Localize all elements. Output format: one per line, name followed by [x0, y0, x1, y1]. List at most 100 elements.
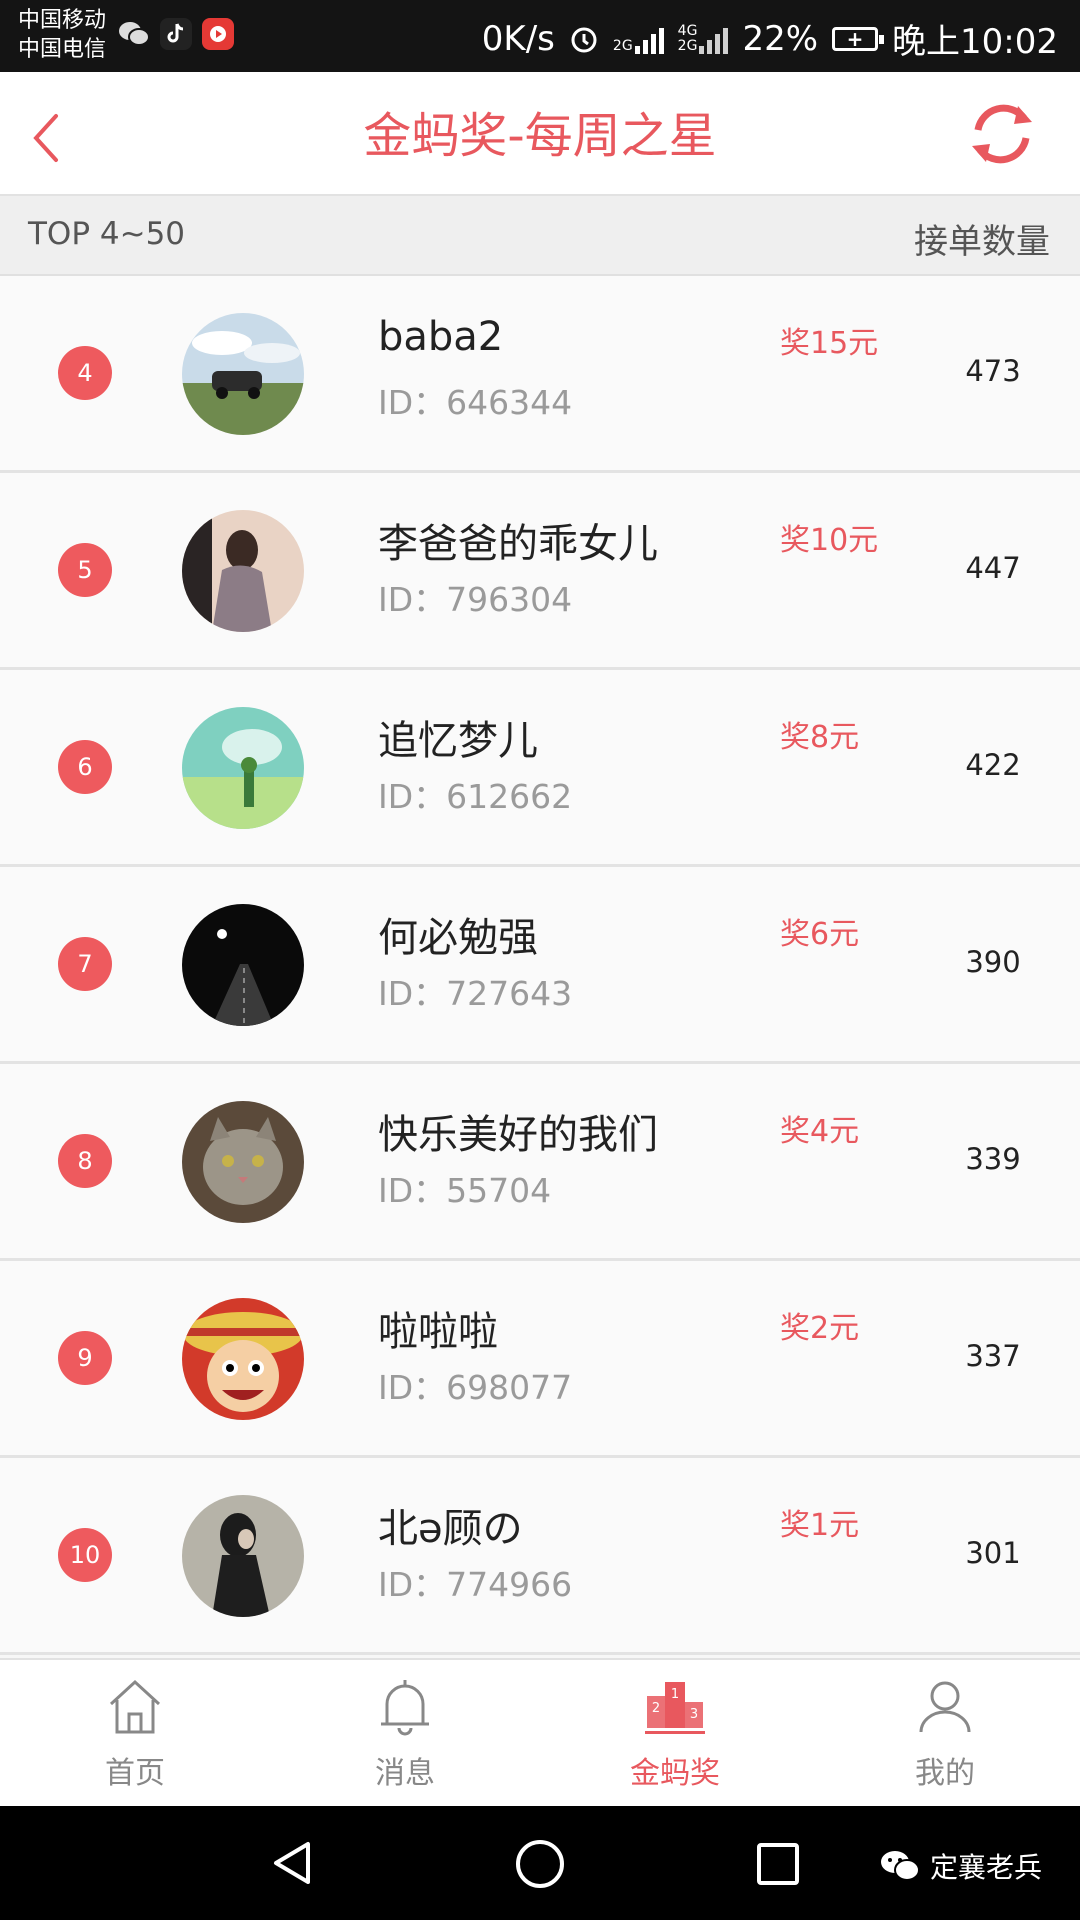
- svg-text:1: 1: [671, 1687, 679, 1702]
- tab-messages[interactable]: 消息: [270, 1660, 540, 1806]
- user-id: ID：796304: [378, 580, 573, 619]
- clock: 晚上10:02: [892, 22, 1058, 62]
- avatar: [182, 1101, 304, 1223]
- ranking-row[interactable]: 8 快乐美好的我们 ID：55704 奖4元 339: [0, 1064, 1080, 1261]
- tab-label: 消息: [375, 1756, 435, 1791]
- user-id: ID：646344: [378, 383, 573, 422]
- rank-badge: 7: [58, 937, 112, 991]
- nav-recents-button[interactable]: [754, 1840, 802, 1892]
- user-nickname: 啦啦啦: [378, 1309, 498, 1355]
- signal-icon: [634, 24, 664, 54]
- tab-label: 金蚂奖: [630, 1756, 720, 1791]
- ranking-row[interactable]: 7 何必勉强 ID：727643 奖6元 390: [0, 867, 1080, 1064]
- tab-home[interactable]: 首页: [0, 1660, 270, 1806]
- refresh-button[interactable]: [962, 94, 1042, 174]
- home-icon: [109, 1679, 161, 1734]
- tiktok-icon: [160, 18, 192, 50]
- order-count: 337: [965, 1339, 1021, 1373]
- reward-label: 奖10元: [780, 523, 879, 558]
- refresh-icon: [972, 104, 1032, 164]
- carrier-info: 中国移动 中国电信: [18, 6, 106, 64]
- rank-badge: 6: [58, 740, 112, 794]
- reward-label: 奖2元: [780, 1311, 860, 1346]
- circle-home-icon: [516, 1840, 564, 1888]
- rank-badge: 8: [58, 1134, 112, 1188]
- user-id: ID：55704: [378, 1171, 552, 1210]
- carrier-1: 中国移动: [18, 8, 107, 33]
- app-header: 金蚂奖-每周之星: [0, 72, 1080, 196]
- avatar: [182, 510, 304, 632]
- tab-profile[interactable]: 我的: [810, 1660, 1080, 1806]
- list-subheader: TOP 4~50 接单数量: [0, 196, 1080, 276]
- avatar: [182, 1298, 304, 1420]
- tab-label: 首页: [105, 1756, 165, 1791]
- user-nickname: baba2: [378, 314, 504, 360]
- rank-badge: 4: [58, 346, 112, 400]
- ranking-row[interactable]: 9 啦啦啦 ID：698077 奖2元 337: [0, 1261, 1080, 1458]
- avatar: [182, 313, 304, 435]
- rank-badge: 5: [58, 543, 112, 597]
- reward-label: 奖6元: [780, 917, 860, 952]
- page-title: 金蚂奖-每周之星: [363, 108, 717, 164]
- signal-icon-2: [699, 24, 729, 54]
- square-recents-icon: [757, 1843, 799, 1885]
- ranking-row[interactable]: 4 baba2 ID：646344 奖15元 473: [0, 276, 1080, 473]
- reward-label: 奖15元: [780, 326, 879, 361]
- battery-percent: 22%: [742, 18, 819, 59]
- nav-back-button[interactable]: [268, 1838, 318, 1892]
- user-nickname: 快乐美好的我们: [378, 1112, 658, 1158]
- watermark: 定襄老兵: [880, 1846, 1042, 1886]
- tab-label: 我的: [915, 1756, 975, 1791]
- status-bar: 中国移动 中国电信 0K/s 2G 4G 2G 22% + 晚上10:02: [0, 0, 1080, 72]
- user-nickname: 追忆梦儿: [378, 718, 538, 764]
- tab-golden-ant-award[interactable]: 12 3 金蚂奖: [540, 1660, 810, 1806]
- order-count: 447: [965, 551, 1021, 585]
- user-id: ID：612662: [378, 777, 573, 816]
- user-id: ID：727643: [378, 974, 573, 1013]
- notification-icons: [118, 18, 234, 50]
- watermark-text: 定襄老兵: [929, 1851, 1042, 1884]
- bell-icon: [381, 1680, 429, 1736]
- video-app-icon: [202, 18, 234, 50]
- user-id: ID：698077: [378, 1368, 573, 1407]
- status-indicators: 0K/s 2G 4G 2G 22% + 晚上10:02: [482, 14, 1058, 63]
- user-nickname: 李爸爸的乖女儿: [378, 521, 658, 567]
- order-count: 473: [965, 354, 1021, 388]
- user-id: ID：774966: [378, 1565, 573, 1604]
- net-badge-2: 4G 2G: [677, 22, 698, 54]
- ranking-list: 4 baba2 ID：646344 奖15元 473 5 李爸爸的乖女儿 ID：…: [0, 276, 1080, 1655]
- rank-badge: 10: [58, 1528, 112, 1582]
- wechat-icon: [118, 18, 150, 50]
- avatar: [182, 707, 304, 829]
- podium-icon: 12 3: [645, 1682, 705, 1734]
- system-nav-bar: 定襄老兵: [0, 1806, 1080, 1920]
- carrier-2: 中国电信: [18, 37, 107, 62]
- reward-label: 奖8元: [780, 720, 860, 755]
- svg-text:2: 2: [652, 1701, 660, 1716]
- order-count: 390: [965, 945, 1021, 979]
- reward-label: 奖4元: [780, 1114, 860, 1149]
- avatar: [182, 1495, 304, 1617]
- net-speed: 0K/s: [481, 18, 555, 59]
- alarm-icon: [571, 27, 597, 52]
- nav-home-button[interactable]: [514, 1838, 566, 1894]
- ranking-row[interactable]: 6 追忆梦儿 ID：612662 奖8元 422: [0, 670, 1080, 867]
- net-badge-2-bottom: 2G: [677, 37, 698, 54]
- net-badge-2-top: 4G: [677, 22, 698, 39]
- bottom-tab-bar: 首页 消息 12 3 金蚂奖 我的: [0, 1658, 1080, 1806]
- reward-label: 奖1元: [780, 1508, 860, 1543]
- user-icon: [919, 1681, 971, 1733]
- ranking-row[interactable]: 10 北ə顾の ID：774966 奖1元 301: [0, 1458, 1080, 1655]
- svg-text:3: 3: [690, 1707, 698, 1722]
- battery-charging-icon: +: [832, 26, 885, 51]
- avatar: [182, 904, 304, 1026]
- rank-badge: 9: [58, 1331, 112, 1385]
- order-count: 339: [965, 1142, 1021, 1176]
- order-count-header: 接单数量: [914, 222, 1050, 262]
- order-count: 422: [965, 748, 1021, 782]
- ranking-row[interactable]: 5 李爸爸的乖女儿 ID：796304 奖10元 447: [0, 473, 1080, 670]
- user-nickname: 北ə顾の: [378, 1506, 523, 1552]
- wechat-icon: [880, 1851, 920, 1881]
- net-badge-1: 2G: [612, 37, 633, 54]
- range-label: TOP 4~50: [28, 216, 186, 252]
